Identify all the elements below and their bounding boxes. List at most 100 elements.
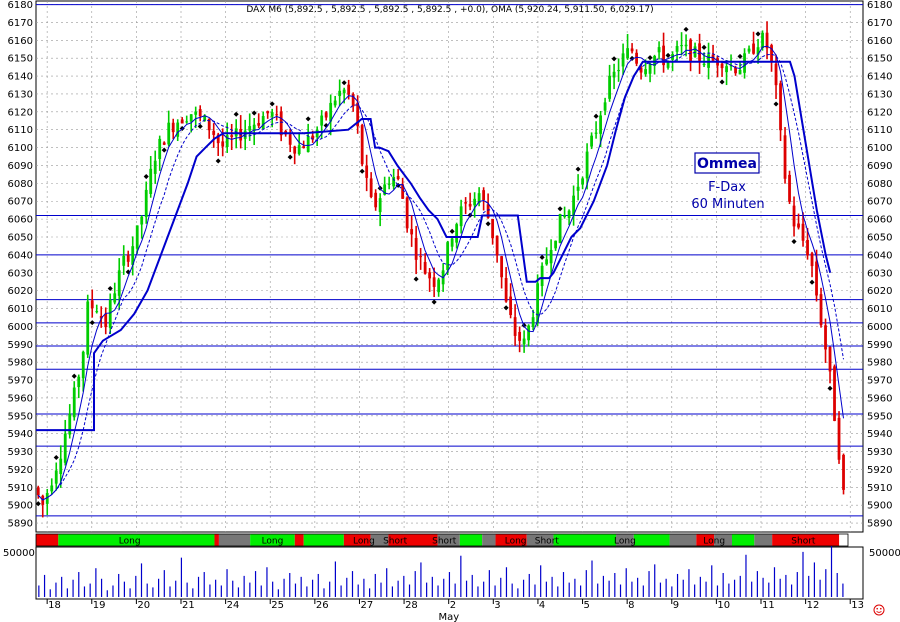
y-tick-label-right: 6010 bbox=[867, 304, 892, 315]
regime-segment-long bbox=[732, 534, 755, 546]
y-tick-label-right: 6000 bbox=[867, 322, 892, 333]
y-tick-label-left: 6160 bbox=[8, 36, 33, 47]
y-tick-label-left: 5900 bbox=[8, 501, 33, 512]
candle-body bbox=[324, 112, 328, 118]
x-tick-label: 10 bbox=[717, 600, 730, 611]
regime-segment-neutral bbox=[754, 534, 773, 546]
candle-body bbox=[585, 151, 589, 179]
dax-chart: Long Long Long Short Short Long Short Long Long S… bbox=[0, 0, 900, 622]
regime-segment-long bbox=[633, 534, 670, 546]
y-tick-label-left: 6080 bbox=[8, 179, 33, 190]
x-tick-label: 21 bbox=[182, 600, 195, 611]
y-tick-label-right: 6020 bbox=[867, 286, 892, 297]
regime-label: Short bbox=[432, 537, 457, 547]
regime-segment-short bbox=[294, 534, 304, 546]
candle-body bbox=[644, 69, 647, 75]
candle-body bbox=[230, 135, 234, 137]
candle-body bbox=[347, 84, 351, 95]
candle-body bbox=[158, 138, 162, 159]
x-tick-label: 11 bbox=[762, 600, 775, 611]
y-tick-label-right: 5960 bbox=[867, 393, 892, 404]
candle-body bbox=[333, 100, 337, 106]
candle-body bbox=[414, 237, 418, 260]
y-tick-label-left: 6000 bbox=[8, 322, 33, 333]
candle-body bbox=[257, 123, 261, 126]
candle-body bbox=[684, 44, 688, 47]
regime-label: Long bbox=[353, 537, 375, 547]
y-tick-label-left: 5930 bbox=[8, 447, 33, 458]
y-tick-label-right: 6030 bbox=[867, 268, 892, 279]
regime-label: Long bbox=[505, 537, 527, 547]
regime-segment-long bbox=[459, 534, 483, 546]
x-tick-label: 20 bbox=[137, 600, 150, 611]
candle-body bbox=[365, 165, 369, 178]
candle-body bbox=[842, 454, 845, 490]
candle-body bbox=[405, 197, 409, 229]
candle-body bbox=[500, 256, 504, 278]
candle-body bbox=[59, 458, 63, 474]
candle-body bbox=[306, 136, 310, 153]
candle-body bbox=[675, 45, 679, 52]
y-tick-label-right: 5920 bbox=[867, 465, 892, 476]
y-tick-label-right: 6130 bbox=[867, 89, 892, 100]
candle-body bbox=[693, 46, 697, 57]
candle-body bbox=[792, 205, 796, 227]
candle-body bbox=[522, 338, 526, 345]
candle-body bbox=[54, 470, 58, 484]
y-tick-label-right: 5980 bbox=[867, 358, 892, 369]
candle-body bbox=[68, 413, 72, 435]
candle-body bbox=[261, 116, 265, 129]
candle-body bbox=[162, 142, 166, 145]
candle-body bbox=[824, 325, 827, 350]
candle-body bbox=[194, 111, 198, 115]
candle-body bbox=[104, 313, 108, 328]
regime-segment-short bbox=[36, 534, 59, 546]
candle-body bbox=[122, 255, 126, 266]
regime-label: Short bbox=[535, 537, 560, 547]
x-tick-label: 4 bbox=[539, 600, 545, 611]
candle-body bbox=[545, 259, 549, 265]
candle-body bbox=[288, 134, 292, 145]
volume-axis-label-left: 50000 bbox=[3, 548, 35, 559]
candle-body bbox=[198, 109, 202, 117]
y-tick-label-right: 5940 bbox=[867, 429, 892, 440]
candle-body bbox=[801, 223, 805, 241]
candle-body bbox=[770, 45, 773, 62]
candle-body bbox=[423, 261, 427, 274]
candle-body bbox=[581, 178, 584, 185]
x-tick-label: 24 bbox=[227, 600, 240, 611]
candle-body bbox=[747, 48, 751, 52]
candle-body bbox=[338, 90, 342, 97]
candle-body bbox=[126, 255, 130, 262]
candle-body bbox=[392, 177, 396, 187]
candle-body bbox=[369, 178, 373, 197]
y-tick-label-left: 6100 bbox=[8, 143, 33, 154]
candle-body bbox=[248, 126, 252, 131]
candle-body bbox=[657, 47, 661, 53]
candle-body bbox=[50, 485, 54, 492]
candle-body bbox=[612, 71, 616, 78]
y-tick-label-left: 6090 bbox=[8, 161, 33, 172]
candle-body bbox=[518, 331, 522, 341]
y-tick-label-right: 6150 bbox=[867, 54, 892, 65]
candle-body bbox=[599, 115, 602, 134]
candle-body bbox=[554, 240, 558, 249]
y-tick-label-right: 6110 bbox=[867, 125, 892, 136]
candle-body bbox=[828, 346, 832, 372]
candle-body bbox=[779, 83, 782, 131]
candle-body bbox=[320, 115, 324, 126]
x-tick-label: 13 bbox=[851, 600, 864, 611]
candle-body bbox=[806, 239, 809, 256]
candle-body bbox=[315, 129, 319, 138]
y-tick-label-left: 5910 bbox=[8, 483, 33, 494]
candle-body bbox=[531, 317, 535, 327]
candle-body bbox=[455, 224, 459, 243]
candle-body bbox=[527, 325, 531, 341]
candle-body bbox=[185, 121, 189, 123]
volume-axis-label-right: 50000 bbox=[869, 548, 900, 559]
candle-body bbox=[797, 223, 800, 228]
y-tick-label-right: 6180 bbox=[867, 0, 892, 11]
y-tick-label-right: 5970 bbox=[867, 376, 892, 387]
y-tick-label-left: 5940 bbox=[8, 429, 33, 440]
candle-body bbox=[464, 202, 468, 204]
